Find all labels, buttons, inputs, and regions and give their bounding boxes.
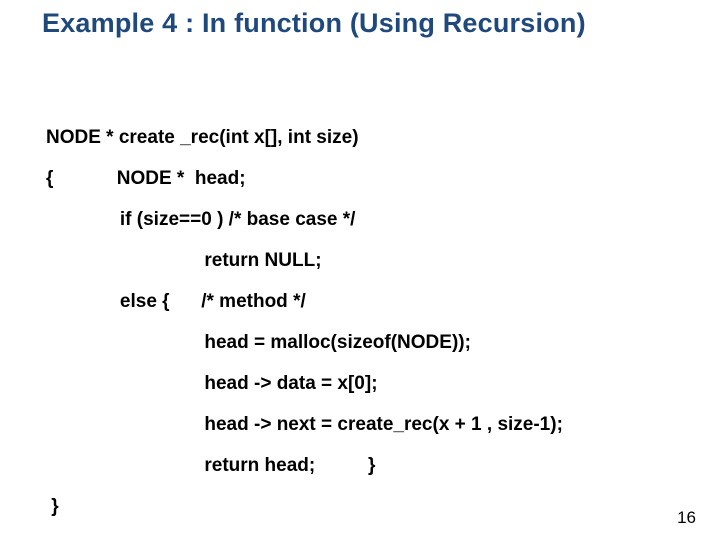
page-number: 16 <box>677 508 696 528</box>
code-line: return head; } <box>46 456 563 475</box>
code-block: NODE * create _rec(int x[], int size) { … <box>46 128 563 538</box>
slide-title: Example 4 : In function (Using Recursion… <box>42 8 586 39</box>
code-line: { NODE * head; <box>46 169 563 188</box>
code-line: NODE * create _rec(int x[], int size) <box>46 128 563 147</box>
code-line: head -> next = create_rec(x + 1 , size-1… <box>46 415 563 434</box>
code-line: head -> data = x[0]; <box>46 374 563 393</box>
slide: Example 4 : In function (Using Recursion… <box>0 0 720 540</box>
code-line: head = malloc(sizeof(NODE)); <box>46 333 563 352</box>
code-line: else { /* method */ <box>46 292 563 311</box>
code-line: if (size==0 ) /* base case */ <box>46 210 563 229</box>
code-line: return NULL; <box>46 251 563 270</box>
code-line: } <box>46 497 563 516</box>
